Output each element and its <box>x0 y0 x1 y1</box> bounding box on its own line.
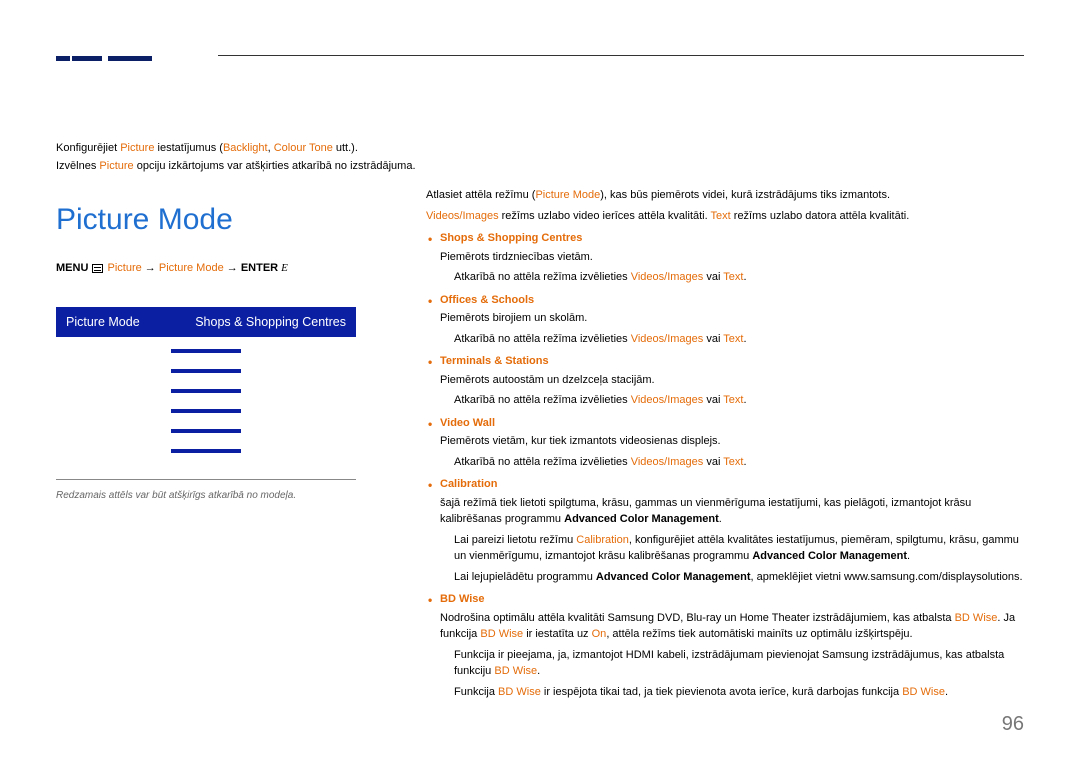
divider <box>56 479 356 480</box>
disclaimer-text: Redzamais attēls var būt atšķirīgs atkar… <box>56 488 386 503</box>
bullet-shops: Shops & Shopping Centres <box>426 230 1024 247</box>
bullet-offices: Offices & Schools <box>426 292 1024 309</box>
menu-icon <box>92 264 103 273</box>
product-screenshot: Picture Mode Shops & Shopping Centres <box>56 307 356 454</box>
screenshot-row <box>171 369 241 373</box>
screenshot-row <box>171 429 241 433</box>
menu-path: MENU Picture → Picture Mode → ENTER E <box>56 260 386 277</box>
screenshot-title: Picture Mode <box>66 313 140 332</box>
bullet-calibration: Calibration <box>426 476 1024 493</box>
screenshot-row <box>171 389 241 393</box>
chapter-header <box>56 56 206 74</box>
intro-text: Konfigurējiet Picture iestatījumus (Back… <box>56 140 1024 175</box>
content-body: Atlasiet attēla režīmu (Picture Mode), k… <box>426 183 1024 704</box>
bullet-terminals: Terminals & Stations <box>426 353 1024 370</box>
screenshot-row <box>171 449 241 453</box>
page-number: 96 <box>1002 709 1024 739</box>
bullet-videowall: Video Wall <box>426 415 1024 432</box>
screenshot-row <box>171 349 241 353</box>
bullet-bdwise: BD Wise <box>426 591 1024 608</box>
screenshot-row <box>171 409 241 413</box>
header-divider <box>218 55 1024 56</box>
section-heading: Picture Mode <box>56 197 386 242</box>
screenshot-value: Shops & Shopping Centres <box>195 313 346 332</box>
enter-icon: E <box>281 262 288 274</box>
